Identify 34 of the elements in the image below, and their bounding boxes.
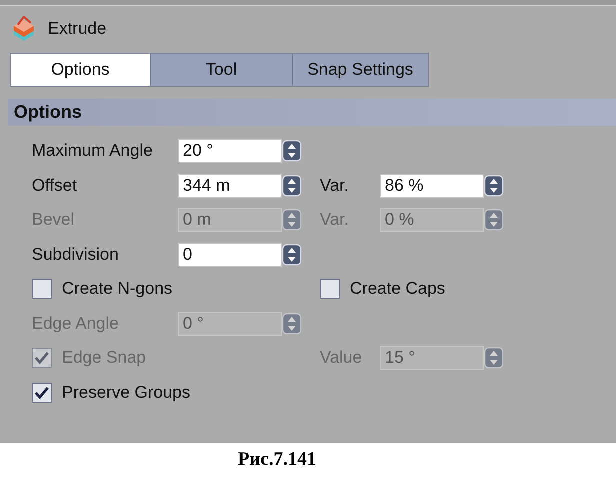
field-label: Value: [320, 348, 364, 368]
checkbox-label: Create Caps: [350, 279, 446, 300]
field-label: Bevel: [32, 210, 76, 230]
tool-title: Extrude: [48, 19, 107, 39]
spinner-icon[interactable]: [282, 209, 302, 232]
checkbox-label: Edge Snap: [62, 348, 146, 368]
checkbox-label: Preserve Groups: [62, 382, 190, 403]
field-label: Subdivision: [32, 244, 120, 265]
number-field[interactable]: 344 m: [178, 174, 282, 198]
spinner-icon[interactable]: [282, 244, 302, 266]
checkbox-label: Create N-gons: [62, 279, 173, 300]
tab[interactable]: Tool: [151, 54, 293, 86]
spinner-icon[interactable]: [484, 209, 504, 232]
field-label: Var.: [320, 176, 350, 196]
spinner-icon[interactable]: [282, 312, 302, 335]
field-label: Maximum Angle: [32, 141, 154, 162]
number-field[interactable]: 20 °: [178, 139, 282, 164]
tab[interactable]: Options: [11, 54, 151, 86]
tab[interactable]: Snap Settings: [293, 54, 428, 86]
field-label: Edge Angle: [32, 314, 120, 334]
spinner-icon[interactable]: [282, 174, 302, 197]
field-label: Offset: [32, 176, 78, 196]
checkbox[interactable]: [32, 382, 52, 403]
spinner-icon[interactable]: [282, 140, 302, 162]
checkbox[interactable]: [32, 279, 52, 300]
extrude-icon: [12, 16, 36, 42]
spinner-icon[interactable]: [484, 347, 504, 370]
section-header: Options: [8, 99, 616, 126]
number-field[interactable]: 86 %: [380, 174, 484, 198]
field-label: Var.: [320, 210, 350, 230]
spinner-icon[interactable]: [484, 174, 504, 197]
figure-caption: Рис.7.141: [238, 449, 316, 471]
number-field[interactable]: 0: [178, 242, 282, 267]
checkbox[interactable]: [320, 279, 340, 300]
